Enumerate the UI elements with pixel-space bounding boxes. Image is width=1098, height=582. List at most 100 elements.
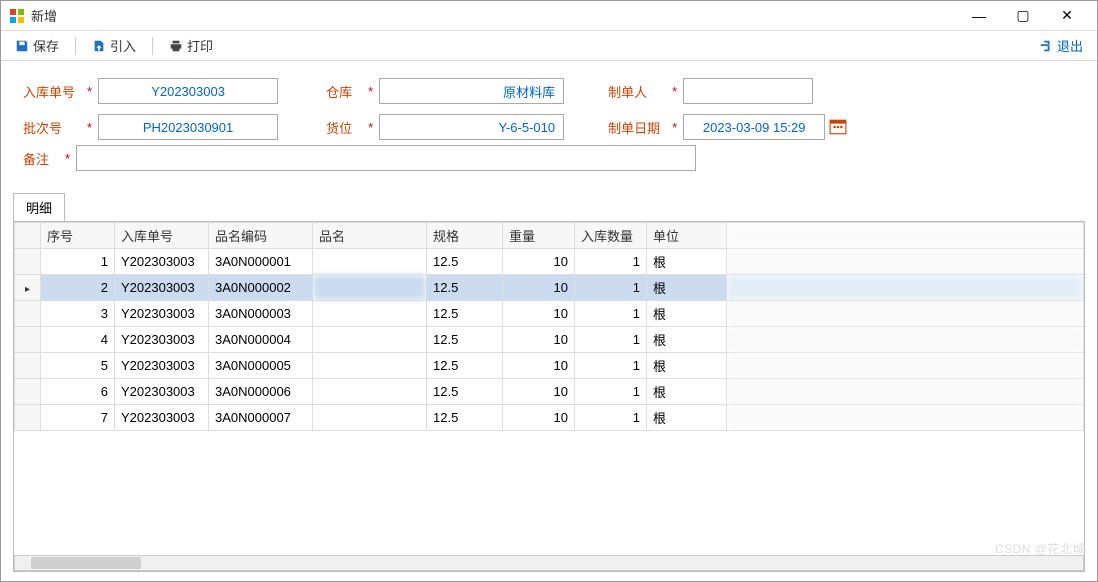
cell-dw[interactable]: 根 xyxy=(647,379,727,405)
cell-rksl[interactable]: 1 xyxy=(575,379,647,405)
cell-pm[interactable] xyxy=(313,405,427,431)
cell-hidden xyxy=(727,353,1084,379)
minimize-button[interactable]: — xyxy=(957,1,1001,30)
cell-seq[interactable]: 3 xyxy=(41,301,115,327)
cell-pm[interactable] xyxy=(313,275,427,301)
cell-pmbm[interactable]: 3A0N000001 xyxy=(209,249,313,275)
cell-pmbm[interactable]: 3A0N000005 xyxy=(209,353,313,379)
cell-hidden xyxy=(727,249,1084,275)
cell-hidden xyxy=(727,405,1084,431)
input-hw[interactable]: Y-6-5-010 xyxy=(379,114,564,140)
print-button[interactable]: 打印 xyxy=(163,33,219,58)
close-button[interactable]: ✕ xyxy=(1045,1,1089,30)
col-dw[interactable]: 单位 xyxy=(647,223,727,249)
cell-seq[interactable]: 1 xyxy=(41,249,115,275)
label-zdrq: 制单日期 xyxy=(608,118,670,137)
cell-rksl[interactable]: 1 xyxy=(575,327,647,353)
cell-rksl[interactable]: 1 xyxy=(575,353,647,379)
cell-rkdh[interactable]: Y202303003 xyxy=(115,405,209,431)
cell-gg[interactable]: 12.5 xyxy=(427,379,503,405)
cell-pmbm[interactable]: 3A0N000007 xyxy=(209,405,313,431)
cell-rkdh[interactable]: Y202303003 xyxy=(115,353,209,379)
cell-zl[interactable]: 10 xyxy=(503,327,575,353)
cell-pmbm[interactable]: 3A0N000004 xyxy=(209,327,313,353)
table-row[interactable]: 5Y2023030033A0N000005 12.5101根 xyxy=(15,353,1084,379)
cell-zl[interactable]: 10 xyxy=(503,405,575,431)
input-pch[interactable]: PH2023030901 xyxy=(98,114,278,140)
cell-dw[interactable]: 根 xyxy=(647,249,727,275)
table-row[interactable]: 1Y2023030033A0N00000112.5101根 xyxy=(15,249,1084,275)
cell-pmbm[interactable]: 3A0N000006 xyxy=(209,379,313,405)
cell-rksl[interactable]: 1 xyxy=(575,301,647,327)
import-button[interactable]: 引入 xyxy=(86,33,142,58)
cell-rkdh[interactable]: Y202303003 xyxy=(115,301,209,327)
cell-dw[interactable]: 根 xyxy=(647,301,727,327)
cell-gg[interactable]: 12.5 xyxy=(427,275,503,301)
table-row[interactable]: 6Y2023030033A0N000006 12.5101根 xyxy=(15,379,1084,405)
col-rksl[interactable]: 入库数量 xyxy=(575,223,647,249)
table-row[interactable]: 3Y2023030033A0N000003 12.5101根 xyxy=(15,301,1084,327)
horizontal-scrollbar[interactable] xyxy=(14,555,1084,571)
cell-pm[interactable] xyxy=(313,249,427,275)
exit-button[interactable]: 退出 xyxy=(1033,33,1089,58)
cell-gg[interactable]: 12.5 xyxy=(427,405,503,431)
col-zl[interactable]: 重量 xyxy=(503,223,575,249)
cell-dw[interactable]: 根 xyxy=(647,327,727,353)
cell-gg[interactable]: 12.5 xyxy=(427,301,503,327)
cell-zl[interactable]: 10 xyxy=(503,249,575,275)
cell-rkdh[interactable]: Y202303003 xyxy=(115,379,209,405)
cell-gg[interactable]: 12.5 xyxy=(427,249,503,275)
cell-seq[interactable]: 5 xyxy=(41,353,115,379)
cell-seq[interactable]: 2 xyxy=(41,275,115,301)
cell-rksl[interactable]: 1 xyxy=(575,405,647,431)
form-area: 入库单号* Y202303003 仓库* 原材料库 制单人* 批次号* PH20… xyxy=(1,61,1097,185)
input-rkdh[interactable]: Y202303003 xyxy=(98,78,278,104)
cell-zl[interactable]: 10 xyxy=(503,275,575,301)
cell-rkdh[interactable]: Y202303003 xyxy=(115,275,209,301)
col-hidden xyxy=(727,223,1084,249)
input-bz[interactable] xyxy=(76,145,696,171)
cell-rkdh[interactable]: Y202303003 xyxy=(115,249,209,275)
cell-dw[interactable]: 根 xyxy=(647,353,727,379)
input-zdrq[interactable]: 2023-03-09 15:29 xyxy=(683,114,825,140)
col-gg[interactable]: 规格 xyxy=(427,223,503,249)
input-ck[interactable]: 原材料库 xyxy=(379,78,564,104)
cell-rkdh[interactable]: Y202303003 xyxy=(115,327,209,353)
cell-rksl[interactable]: 1 xyxy=(575,249,647,275)
input-zdr[interactable] xyxy=(683,78,813,104)
cell-pm[interactable] xyxy=(313,353,427,379)
cell-pmbm[interactable]: 3A0N000002 xyxy=(209,275,313,301)
cell-pm[interactable] xyxy=(313,301,427,327)
table-row[interactable]: 2Y2023030033A0N000002 12.5101根 xyxy=(15,275,1084,301)
cell-seq[interactable]: 4 xyxy=(41,327,115,353)
import-icon xyxy=(92,39,106,53)
calendar-icon[interactable] xyxy=(829,118,847,136)
cell-pm[interactable] xyxy=(313,327,427,353)
tab-detail[interactable]: 明细 xyxy=(13,193,65,221)
col-pmbm[interactable]: 品名编码 xyxy=(209,223,313,249)
cell-pmbm[interactable]: 3A0N000003 xyxy=(209,301,313,327)
cell-seq[interactable]: 7 xyxy=(41,405,115,431)
cell-seq[interactable]: 6 xyxy=(41,379,115,405)
cell-gg[interactable]: 12.5 xyxy=(427,327,503,353)
cell-rksl[interactable]: 1 xyxy=(575,275,647,301)
col-rkdh[interactable]: 入库单号 xyxy=(115,223,209,249)
required-mark: * xyxy=(65,151,70,166)
maximize-button[interactable]: ▢ xyxy=(1001,1,1045,30)
print-label: 打印 xyxy=(187,36,213,55)
detail-grid[interactable]: 序号 入库单号 品名编码 品名 规格 重量 入库数量 单位 1Y20230300… xyxy=(14,222,1084,431)
cell-dw[interactable]: 根 xyxy=(647,275,727,301)
col-pm[interactable]: 品名 xyxy=(313,223,427,249)
row-header-blank xyxy=(15,223,41,249)
table-row[interactable]: 4Y2023030033A0N000004 12.5101根 xyxy=(15,327,1084,353)
cell-zl[interactable]: 10 xyxy=(503,353,575,379)
cell-zl[interactable]: 10 xyxy=(503,379,575,405)
table-row[interactable]: 7Y2023030033A0N000007 12.5101根 xyxy=(15,405,1084,431)
save-button[interactable]: 保存 xyxy=(9,33,65,58)
cell-pm[interactable] xyxy=(313,379,427,405)
col-seq[interactable]: 序号 xyxy=(41,223,115,249)
scrollbar-thumb[interactable] xyxy=(31,557,141,569)
cell-gg[interactable]: 12.5 xyxy=(427,353,503,379)
cell-dw[interactable]: 根 xyxy=(647,405,727,431)
cell-zl[interactable]: 10 xyxy=(503,301,575,327)
